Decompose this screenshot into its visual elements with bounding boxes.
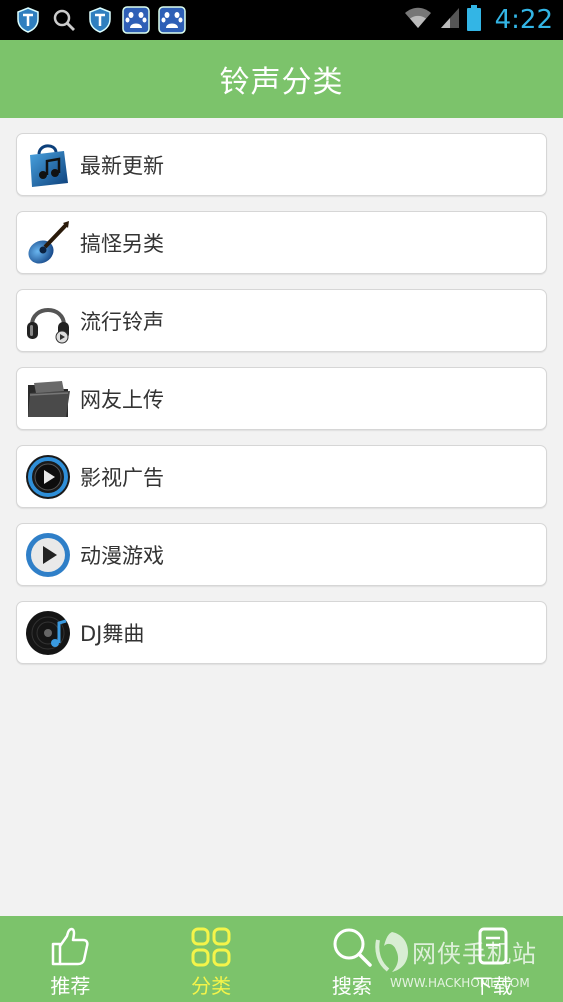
category-label: 最新更新 (80, 153, 164, 178)
nav-download[interactable]: 下载 (422, 916, 563, 1002)
thumbs-up-icon (49, 926, 91, 968)
baidu-icon (158, 6, 186, 34)
category-label: DJ舞曲 (80, 621, 145, 646)
battery-icon (466, 5, 481, 35)
status-time: 4:22 (494, 5, 553, 35)
category-item-funny[interactable]: 搞怪另类 (16, 211, 547, 274)
search-icon (50, 6, 78, 34)
signal-icon (439, 6, 461, 34)
category-item-anime-games[interactable]: 动漫游戏 (16, 523, 547, 586)
folder-icon (24, 375, 72, 423)
nav-search[interactable]: 搜索 (282, 916, 423, 1002)
category-item-upload[interactable]: 网友上传 (16, 367, 547, 430)
category-label: 影视广告 (80, 465, 164, 490)
nav-label: 推荐 (50, 974, 91, 998)
nav-label: 分类 (191, 974, 232, 998)
download-icon (472, 926, 514, 968)
category-item-latest[interactable]: 最新更新 (16, 133, 547, 196)
page-title: 铃声分类 (219, 65, 344, 100)
category-item-film-ads[interactable]: 影视广告 (16, 445, 547, 508)
shield-icon (14, 6, 42, 34)
vinyl-music-icon (24, 609, 72, 657)
category-label: 流行铃声 (80, 309, 164, 334)
grid-icon (190, 926, 232, 968)
category-label: 搞怪另类 (80, 231, 164, 256)
category-list: 最新更新 搞怪另类 流行铃声 网友上传 影视广告 动漫游戏 DJ舞曲 (16, 133, 547, 679)
status-bar-system: 4:22 (403, 5, 563, 35)
headphones-icon (24, 297, 72, 345)
play-circle-icon (24, 531, 72, 579)
title-bar: 铃声分类 (0, 40, 563, 118)
category-item-pop[interactable]: 流行铃声 (16, 289, 547, 352)
baidu-icon (122, 6, 150, 34)
category-label: 动漫游戏 (80, 543, 164, 568)
category-label: 网友上传 (80, 387, 164, 412)
category-item-dj[interactable]: DJ舞曲 (16, 601, 547, 664)
search-icon (331, 926, 373, 968)
status-bar-notifications (0, 6, 186, 34)
nav-recommend[interactable]: 推荐 (0, 916, 141, 1002)
nav-category[interactable]: 分类 (141, 916, 282, 1002)
play-disc-icon (24, 453, 72, 501)
guitar-icon (24, 219, 72, 267)
wifi-icon (403, 6, 433, 34)
bottom-nav: 推荐 分类 搜索 下载 (0, 916, 563, 1002)
nav-label: 搜索 (331, 974, 372, 998)
nav-label: 下载 (472, 974, 513, 998)
status-bar: 4:22 (0, 0, 563, 40)
shopping-bag-music-icon (24, 141, 72, 189)
shield-icon (86, 6, 114, 34)
